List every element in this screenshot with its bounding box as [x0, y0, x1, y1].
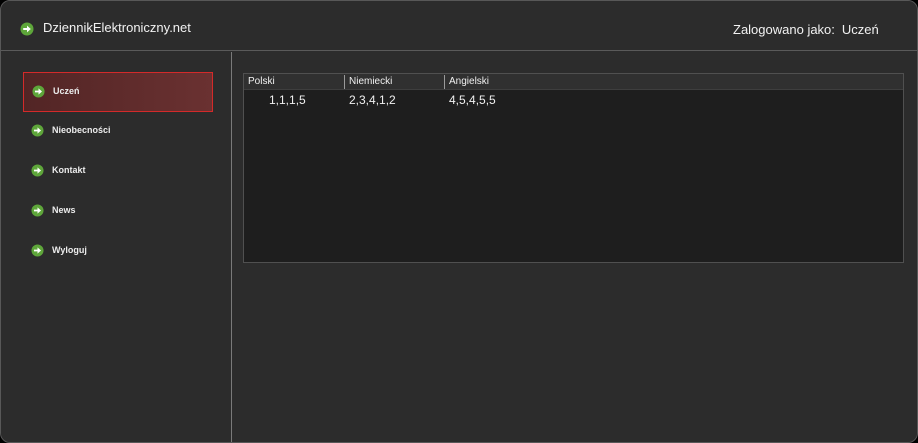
arrow-right-icon [31, 164, 44, 177]
logged-in-user: Uczeń [841, 22, 879, 37]
sidebar-item-label: News [52, 205, 76, 215]
arrow-right-icon [31, 244, 44, 257]
sidebar-item-label: Nieobecności [52, 125, 111, 135]
sidebar-item-label: Wyloguj [52, 245, 87, 255]
sidebar-item-label: Kontakt [52, 165, 86, 175]
sidebar-item-kontakt[interactable]: Kontakt [23, 152, 213, 192]
header-bar: DziennikElektroniczny.net Zalogowano jak… [1, 1, 917, 51]
column-header-niemiecki[interactable]: Niemiecki [344, 75, 444, 89]
main-content: Polski Niemiecki Angielski 1,1,1,5 2,3,4… [233, 52, 917, 442]
sidebar-item-nieobecnosci[interactable]: Nieobecności [23, 112, 213, 152]
sidebar-item-news[interactable]: News [23, 192, 213, 232]
sidebar: Uczeń Nieobecności Kontakt News Wyloguj [1, 52, 232, 442]
sidebar-item-wyloguj[interactable]: Wyloguj [23, 232, 213, 272]
table-header: Polski Niemiecki Angielski [244, 74, 903, 90]
arrow-right-icon [32, 85, 45, 98]
arrow-right-icon [20, 22, 34, 36]
app-title: DziennikElektroniczny.net [43, 20, 191, 35]
app-window: DziennikElektroniczny.net Zalogowano jak… [0, 0, 918, 443]
login-info: Zalogowano jako: Uczeń [733, 22, 879, 37]
arrow-right-icon [31, 124, 44, 137]
arrow-right-icon [31, 204, 44, 217]
grade-cell-niemiecki: 2,3,4,1,2 [349, 93, 396, 107]
sidebar-item-label: Uczeń [53, 86, 80, 96]
column-header-polski[interactable]: Polski [244, 75, 344, 89]
logged-in-label: Zalogowano jako: [733, 22, 835, 37]
column-header-angielski[interactable]: Angielski [444, 75, 544, 89]
grade-cell-angielski: 4,5,4,5,5 [449, 93, 496, 107]
sidebar-item-uczen[interactable]: Uczeń [23, 72, 213, 112]
grade-cell-polski: 1,1,1,5 [269, 93, 306, 107]
grades-table[interactable]: Polski Niemiecki Angielski 1,1,1,5 2,3,4… [243, 73, 904, 263]
